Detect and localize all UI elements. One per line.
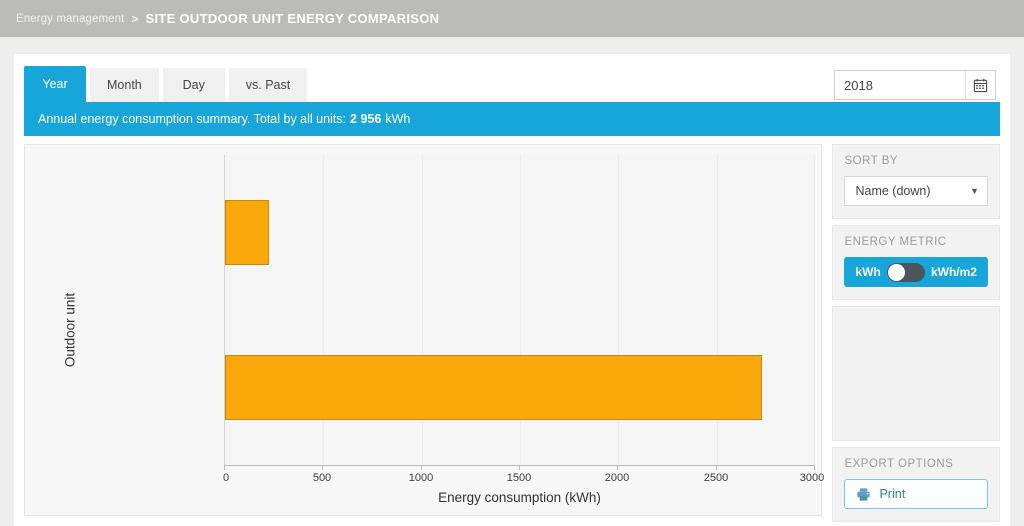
summary-total-value: 2 956 bbox=[350, 112, 382, 126]
chart-plot-area bbox=[224, 155, 815, 465]
energy-metric-kwh-label: kWh bbox=[855, 265, 881, 279]
calendar-icon bbox=[973, 78, 988, 92]
breadcrumb-separator-icon: > bbox=[131, 11, 139, 26]
tab-year[interactable]: Year bbox=[24, 66, 86, 102]
energy-metric-title: ENERGY METRIC bbox=[844, 236, 947, 248]
sort-by-panel: SORT BY Name (down) ▼ bbox=[832, 144, 1000, 219]
sidebar-empty-panel bbox=[832, 306, 1000, 441]
sort-by-title: SORT BY bbox=[844, 155, 899, 167]
chart-x-tick-label: 1500 bbox=[506, 472, 532, 484]
tab-day-label: Day bbox=[182, 78, 205, 92]
period-tab-bar: Year Month Day vs. Past bbox=[14, 54, 1010, 102]
chart-bar-1[interactable] bbox=[225, 355, 762, 420]
export-options-panel: EXPORT OPTIONS Print bbox=[832, 447, 1000, 522]
export-options-title: EXPORT OPTIONS bbox=[844, 458, 954, 470]
print-button[interactable]: Print bbox=[844, 479, 988, 509]
printer-icon bbox=[857, 487, 871, 501]
calendar-button[interactable] bbox=[965, 71, 995, 99]
chart-gridline bbox=[814, 155, 815, 465]
app-header: Energy management > SITE OUTDOOR UNIT EN… bbox=[0, 0, 1024, 37]
chart-x-tick-label: 0 bbox=[222, 472, 230, 484]
energy-metric-kwhm2-label: kWh/m2 bbox=[930, 265, 977, 279]
chevron-down-icon: ▼ bbox=[970, 186, 979, 196]
chart-bar-0[interactable] bbox=[225, 200, 270, 265]
energy-comparison-chart: Outdoor unit [305] REMQ8PY1 : 123456789 … bbox=[24, 144, 825, 516]
chart-y-axis-title: Outdoor unit bbox=[62, 292, 78, 368]
print-button-label: Print bbox=[879, 487, 906, 501]
chart-x-tick-label: 2500 bbox=[703, 472, 729, 484]
tab-year-label: Year bbox=[42, 77, 68, 91]
summary-total-unit: kWh bbox=[385, 112, 411, 126]
chart-x-axis-title: Energy consumption (kWh) bbox=[438, 490, 601, 505]
main-content: Outdoor unit [305] REMQ8PY1 : 123456789 … bbox=[24, 144, 1000, 522]
summary-banner-text: Annual energy consumption summary. Total… bbox=[38, 112, 347, 126]
chart-x-tick-label: 1000 bbox=[408, 472, 434, 484]
tab-month-label: Month bbox=[107, 78, 142, 92]
energy-metric-toggle[interactable]: kWh kWh/m2 bbox=[844, 257, 988, 287]
tab-vs-past-label: vs. Past bbox=[245, 78, 291, 92]
page-body: Year Month Day vs. Past 2018 Annual ener… bbox=[0, 37, 1024, 526]
summary-banner: Annual energy consumption summary. Total… bbox=[24, 102, 1000, 136]
year-picker bbox=[834, 70, 996, 100]
page-title: SITE OUTDOOR UNIT ENERGY COMPARISON bbox=[145, 11, 440, 26]
tab-day[interactable]: Day bbox=[162, 68, 225, 102]
tab-month[interactable]: Month bbox=[90, 68, 159, 102]
sort-by-select[interactable]: Name (down) ▼ bbox=[844, 176, 988, 206]
chart-x-tick-label: 3000 bbox=[799, 472, 825, 484]
content-card: Year Month Day vs. Past 2018 Annual ener… bbox=[14, 54, 1010, 526]
tab-vs-past[interactable]: vs. Past bbox=[228, 68, 308, 102]
chart-x-tick-label: 500 bbox=[312, 472, 332, 484]
energy-metric-panel: ENERGY METRIC kWh kWh/m2 bbox=[832, 225, 1000, 300]
year-input[interactable] bbox=[835, 71, 965, 99]
options-sidebar: SORT BY Name (down) ▼ ENERGY METRIC kWh … bbox=[832, 144, 1000, 522]
toggle-switch-knob bbox=[887, 263, 905, 281]
breadcrumb: Energy management > SITE OUTDOOR UNIT EN… bbox=[16, 11, 439, 26]
chart-x-tick-label: 2000 bbox=[604, 472, 630, 484]
toggle-switch-track[interactable] bbox=[886, 262, 925, 282]
breadcrumb-root-link[interactable]: Energy management bbox=[16, 13, 124, 25]
sort-by-selected-value: Name (down) bbox=[855, 184, 931, 198]
